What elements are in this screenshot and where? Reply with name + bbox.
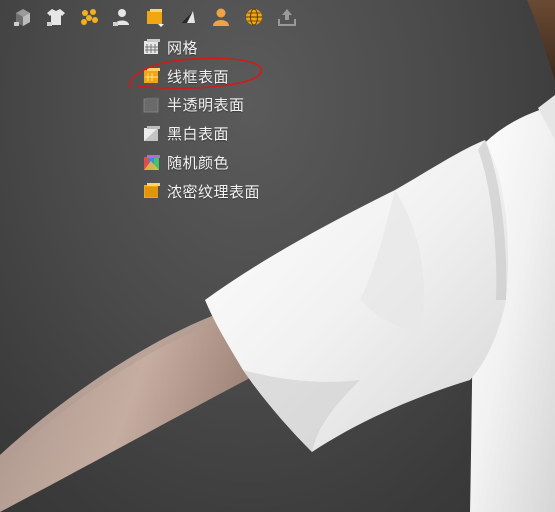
menu-item-wireframe-surface[interactable]: 线框表面 [142, 62, 282, 91]
dense-texture-surface-icon [142, 181, 162, 201]
export-icon [276, 6, 298, 28]
translucent-surface-icon [142, 95, 162, 115]
user-tool-button[interactable] [105, 4, 138, 30]
surface-mode-menu: 网格 线框表面 半透明表面 黑白表面 随机颜色 浓密纹理表面 [142, 33, 282, 206]
surface-mode-icon [144, 6, 166, 28]
wireframe-surface-icon [142, 66, 162, 86]
menu-item-label: 网格 [167, 38, 199, 57]
menu-item-label: 随机颜色 [167, 154, 230, 173]
surface-mode-button[interactable] [138, 4, 171, 30]
dark-surface-icon [177, 6, 199, 28]
dots-tool-button[interactable] [72, 4, 105, 30]
menu-item-label: 线框表面 [167, 67, 230, 86]
menu-item-grid[interactable]: 网格 [142, 33, 282, 62]
cube-tool-button[interactable] [6, 4, 39, 30]
dots-icon [78, 6, 100, 28]
globe-icon [243, 6, 265, 28]
grid-surface-icon [142, 37, 162, 57]
export-tool-button[interactable] [270, 4, 303, 30]
dark-surface-button[interactable] [171, 4, 204, 30]
menu-item-bw-surface[interactable]: 黑白表面 [142, 119, 282, 148]
menu-item-random-color[interactable]: 随机颜色 [142, 148, 282, 177]
shirt-icon [45, 6, 67, 28]
random-color-icon [142, 153, 162, 173]
avatar-tool-button[interactable] [204, 4, 237, 30]
3d-viewport[interactable]: 网格 线框表面 半透明表面 黑白表面 随机颜色 浓密纹理表面 [0, 0, 555, 512]
menu-item-translucent-surface[interactable]: 半透明表面 [142, 91, 282, 120]
cube-icon [12, 6, 34, 28]
bw-surface-icon [142, 124, 162, 144]
menu-item-label: 黑白表面 [167, 125, 230, 144]
user-icon [111, 6, 133, 28]
shirt-tool-button[interactable] [39, 4, 72, 30]
globe-tool-button[interactable] [237, 4, 270, 30]
menu-item-label: 浓密纹理表面 [167, 182, 261, 201]
menu-item-label: 半透明表面 [167, 96, 245, 115]
view-toolbar [6, 4, 303, 30]
menu-item-dense-texture-surface[interactable]: 浓密纹理表面 [142, 177, 282, 206]
avatar-icon [210, 6, 232, 28]
